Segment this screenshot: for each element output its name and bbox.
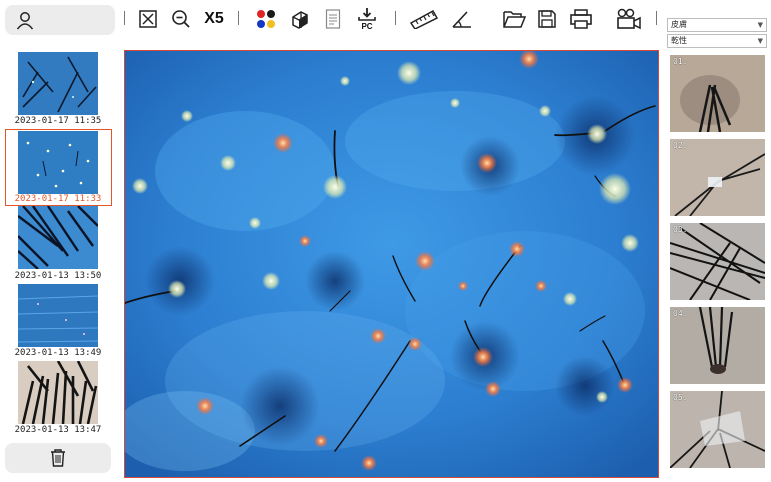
save-icon bbox=[538, 10, 556, 28]
capture-thumbnail[interactable]: 04. bbox=[670, 307, 765, 384]
thumbnail-image[interactable] bbox=[18, 131, 98, 194]
capture-label: 02. bbox=[673, 141, 688, 150]
eraser-icon bbox=[292, 11, 308, 29]
thumbnail-image[interactable] bbox=[18, 52, 98, 115]
color-palette-button[interactable] bbox=[254, 6, 278, 32]
thumbnail-timestamp: 2023-01-13 13:50 bbox=[14, 271, 102, 281]
capture-thumbnail[interactable]: 02. bbox=[670, 139, 765, 216]
toolbar-separator bbox=[238, 11, 239, 25]
ruler-button[interactable] bbox=[408, 6, 440, 32]
microscope-image bbox=[125, 51, 658, 477]
thumbnail-timestamp: 2023-01-17 11:35 bbox=[14, 116, 102, 126]
type-dropdown[interactable]: 乾性 ▼ bbox=[667, 34, 767, 48]
ruler-icon bbox=[409, 9, 439, 29]
toolbar-separator bbox=[656, 11, 657, 25]
delete-button[interactable] bbox=[5, 443, 111, 473]
main-image-view[interactable] bbox=[124, 50, 659, 478]
user-button[interactable] bbox=[5, 5, 115, 35]
zoom-level[interactable]: X5 bbox=[200, 6, 228, 32]
angle-icon bbox=[452, 11, 471, 28]
print-icon bbox=[570, 9, 592, 29]
thumbnail-timestamp: 2023-01-17 11:33 bbox=[14, 194, 102, 204]
capture-thumbnail[interactable]: 03. bbox=[670, 223, 765, 300]
thumbnail-timestamp: 2023-01-13 13:47 bbox=[14, 425, 102, 435]
zoom-level-label: X5 bbox=[204, 10, 224, 27]
chevron-down-icon: ▼ bbox=[757, 21, 763, 29]
folder-open-icon bbox=[503, 11, 526, 28]
download-to-pc-icon bbox=[358, 7, 376, 21]
capture-label: 05. bbox=[673, 393, 688, 402]
color-palette-icon bbox=[257, 10, 275, 28]
thumbnail-image[interactable] bbox=[18, 206, 98, 269]
trash-icon bbox=[51, 449, 65, 467]
category-dropdown-value: 皮膚 bbox=[671, 20, 687, 29]
user-icon bbox=[16, 12, 34, 30]
chevron-down-icon: ▼ bbox=[757, 37, 763, 45]
category-dropdown[interactable]: 皮膚 ▼ bbox=[667, 18, 767, 32]
capture-label: 03. bbox=[673, 225, 688, 234]
open-folder-button[interactable] bbox=[502, 6, 526, 32]
thumbnail-image[interactable] bbox=[18, 284, 98, 347]
print-button[interactable] bbox=[569, 6, 593, 32]
toolbar-separator bbox=[395, 11, 396, 25]
document-icon bbox=[325, 9, 341, 29]
capture-thumbnail[interactable]: 01. bbox=[670, 55, 765, 132]
report-button[interactable] bbox=[323, 6, 343, 32]
capture-label: 01. bbox=[673, 57, 688, 66]
pc-label: PC bbox=[361, 21, 373, 31]
eraser-button[interactable] bbox=[289, 6, 311, 32]
record-video-button[interactable] bbox=[615, 6, 643, 32]
capture-label: 04. bbox=[673, 309, 688, 318]
type-dropdown-value: 乾性 bbox=[671, 36, 687, 45]
thumbnail-timestamp: 2023-01-13 13:49 bbox=[14, 348, 102, 358]
fit-screen-icon bbox=[139, 10, 157, 28]
angle-measure-button[interactable] bbox=[450, 6, 474, 32]
capture-thumbnail[interactable]: 05. bbox=[670, 391, 765, 468]
video-camera-icon bbox=[617, 8, 641, 30]
zoom-out-icon bbox=[172, 10, 190, 28]
fit-screen-button[interactable] bbox=[137, 6, 159, 32]
export-to-pc-button[interactable]: PC bbox=[355, 6, 379, 32]
thumbnail-image[interactable] bbox=[18, 361, 98, 424]
zoom-out-button[interactable] bbox=[170, 6, 192, 32]
save-button[interactable] bbox=[536, 6, 558, 32]
toolbar-separator bbox=[124, 11, 125, 25]
